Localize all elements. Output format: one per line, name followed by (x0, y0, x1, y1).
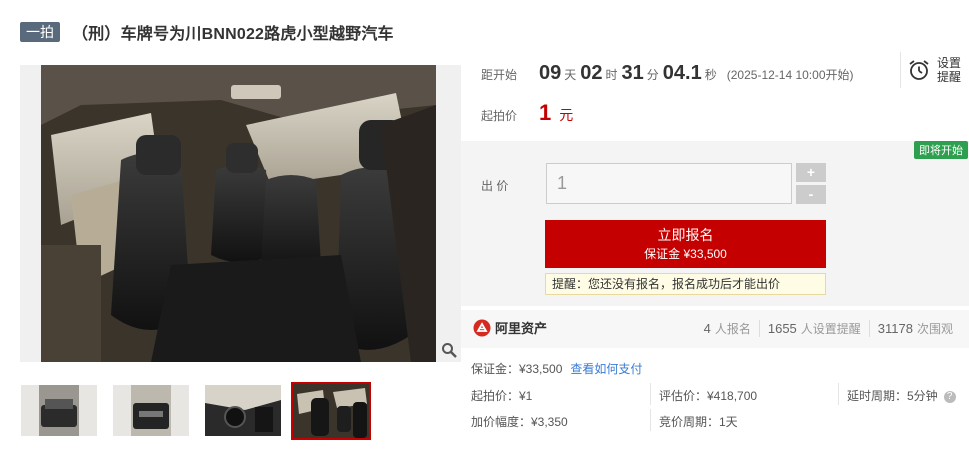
deposit-info: 保证金：¥33,500 (471, 362, 563, 376)
reminder-line2: 提醒 (937, 70, 962, 84)
deposit-row: 保证金：¥33,500 查看如何支付 (471, 360, 642, 377)
start-price-value: 1 (539, 100, 552, 125)
start-price-info: 起拍价：¥1 (471, 389, 533, 403)
countdown-minutes: 31 (621, 62, 644, 84)
thumbnail-2[interactable] (113, 385, 189, 436)
appraisal-info: 评估价：¥418,700 (659, 389, 758, 403)
countdown-label: 距开始 (481, 68, 518, 82)
deposit-label: 保证金 ¥33,500 (644, 247, 727, 261)
days-unit: 天 (564, 68, 577, 82)
set-reminder-button[interactable]: 设置 提醒 (900, 52, 963, 88)
stats-bar: 阿里资产 4 人报名 1655 人设置提醒 31178 次围观 (461, 310, 969, 348)
decrease-bid-button[interactable]: - (796, 185, 826, 204)
reminder-count: 1655 人设置提醒 (758, 320, 869, 337)
view-count: 31178 次围观 (868, 320, 961, 337)
minutes-unit: 分 (646, 68, 659, 82)
reminder-text: 人设置提醒 (800, 322, 861, 336)
magnifier-icon[interactable] (441, 342, 457, 358)
divider (838, 383, 839, 405)
auction-round-badge: 一拍 (20, 22, 60, 42)
status-badge: 即将开始 (914, 141, 968, 159)
car-interior-photo (41, 65, 436, 362)
thumbnail-3[interactable] (205, 385, 281, 436)
countdown-seconds: 04.1 (662, 62, 702, 84)
question-icon[interactable]: ? (943, 390, 956, 403)
thumbnail-1[interactable] (21, 385, 97, 436)
reminder-number: 1655 (767, 321, 797, 336)
start-price-row: 起拍价 1 元 (481, 100, 573, 126)
increase-bid-button[interactable]: + (796, 163, 826, 182)
thumbnail-4-selected[interactable] (291, 382, 371, 440)
register-label: 立即报名 (657, 227, 714, 243)
divider (650, 383, 651, 405)
divider (650, 409, 651, 431)
reminder-label: 设置 提醒 (937, 56, 961, 84)
countdown-days: 09 (539, 62, 562, 84)
registered-text: 人报名 (714, 322, 751, 336)
ali-asset-logo (473, 319, 491, 337)
countdown-hours: 02 (580, 62, 603, 84)
bid-amount-input[interactable]: 1 (546, 163, 792, 204)
register-button[interactable]: 立即报名 保证金 ¥33,500 (545, 220, 826, 268)
registered-count: 4 人报名 (696, 320, 759, 337)
registered-number: 4 (703, 321, 711, 336)
ali-asset-brand[interactable]: 阿里资产 (473, 318, 547, 337)
how-to-pay-link[interactable]: 查看如何支付 (570, 362, 642, 376)
brand-name: 阿里资产 (495, 321, 548, 336)
delay-period-info: 延时周期：5分钟 (847, 389, 938, 403)
bid-period-info: 竞价周期：1天 (659, 415, 738, 429)
registration-tip: 提醒：您还没有报名，报名成功后才能出价 (545, 273, 826, 295)
view-text: 次围观 (916, 322, 953, 336)
start-time: (2025-12-14 10:00开始) (726, 68, 854, 82)
title-bar: 一拍 （刑）车牌号为川BNN022路虎小型越野汽车 (20, 20, 394, 44)
hours-unit: 时 (605, 68, 618, 82)
reminder-line1: 设置 (937, 56, 962, 70)
countdown: 距开始 09 天 02 时 31 分 04.1 秒 (2025-12-14 10… (481, 62, 854, 85)
view-number: 31178 (877, 321, 913, 336)
stat-counters: 4 人报名 1655 人设置提醒 31178 次围观 (696, 320, 961, 337)
start-price-label: 起拍价 (481, 109, 518, 123)
bid-panel: 即将开始 出 价 1 + - 立即报名 保证金 ¥33,500 提醒：您还没有报… (461, 141, 969, 306)
page-title: （刑）车牌号为川BNN022路虎小型越野汽车 (72, 26, 394, 43)
start-price-unit: 元 (559, 107, 574, 123)
seconds-unit: 秒 (704, 68, 717, 82)
alarm-clock-icon (907, 58, 931, 82)
main-image-viewer[interactable] (20, 65, 461, 362)
delay-period-row: 延时周期：5分钟? (847, 387, 956, 404)
auction-summary: 距开始 09 天 02 时 31 分 04.1 秒 (2025-12-14 10… (461, 48, 969, 140)
bid-label: 出 价 (481, 179, 509, 193)
increment-info: 加价幅度：¥3,350 (471, 415, 568, 429)
